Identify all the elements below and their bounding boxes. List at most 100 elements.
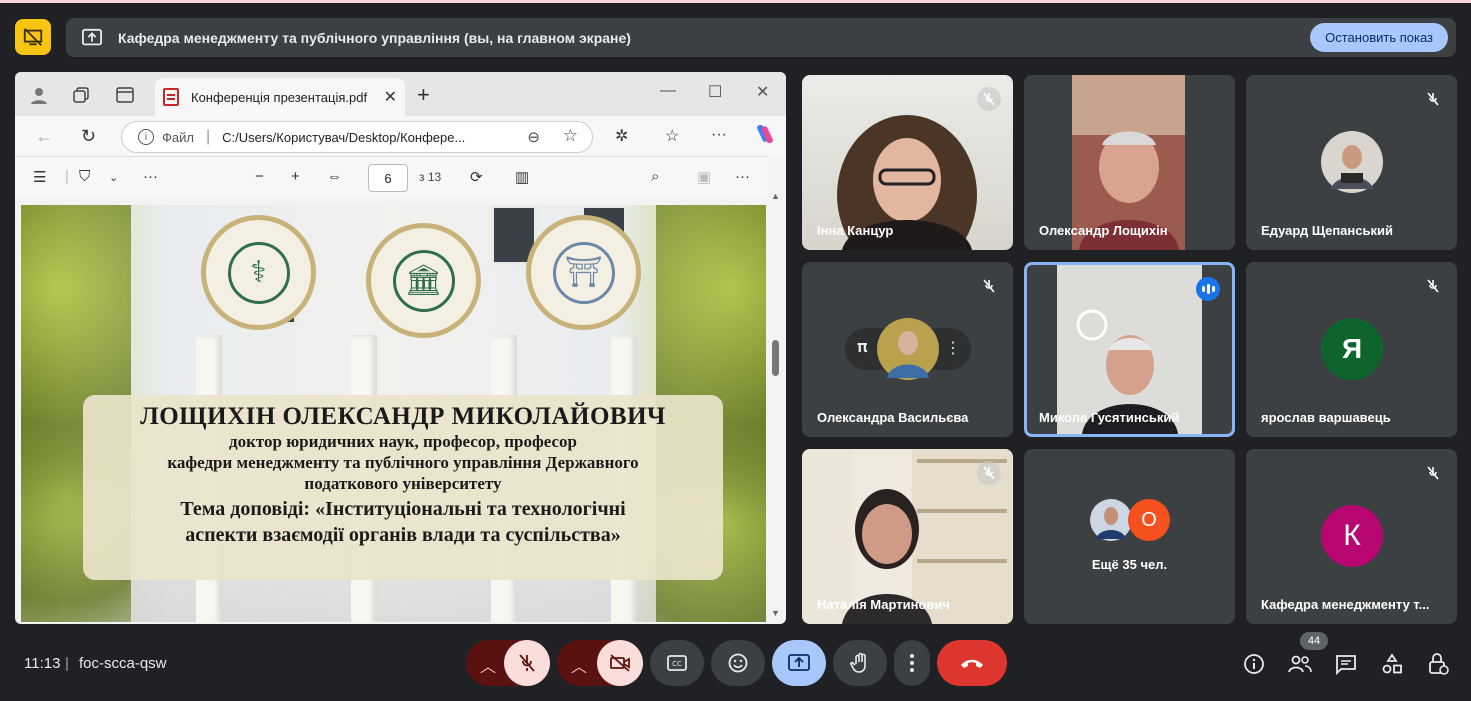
more-icon[interactable]: ··· <box>711 126 727 144</box>
institute-seal-logo: ⛩ <box>526 215 641 330</box>
favorite-star-icon[interactable]: ☆ <box>563 126 578 146</box>
back-icon[interactable]: ← <box>35 126 53 147</box>
speaker-title-line2: кафедри менеджменту та публічного управл… <box>167 453 639 472</box>
presenting-banner: Кафедра менеджменту та публічного управл… <box>66 18 1456 57</box>
mic-off-icon <box>1421 87 1445 111</box>
favorites-icon[interactable]: ☆ <box>665 126 679 146</box>
pdf-settings-more-icon[interactable]: ··· <box>735 168 750 185</box>
tab-close-icon[interactable]: ✕ <box>384 87 397 107</box>
mic-off-icon <box>977 274 1001 298</box>
refresh-icon[interactable]: ↻ <box>81 126 96 147</box>
others-tile[interactable]: О Ещё 35 чел. <box>1024 449 1235 624</box>
people-icon[interactable] <box>1288 652 1312 676</box>
pdf-scrollbar[interactable]: ▲ ▼ <box>770 191 782 622</box>
fit-width-icon[interactable]: ⇔ <box>327 168 342 185</box>
save-icon[interactable]: ▣ <box>697 168 711 186</box>
toolbar-divider: | <box>65 168 69 185</box>
topic-line1: Тема доповіді: «Інституціональні та техн… <box>180 498 626 520</box>
activities-icon[interactable] <box>1380 652 1404 676</box>
zoom-icon[interactable]: ⊖ <box>527 128 540 146</box>
contents-icon[interactable]: ☰ <box>33 168 46 186</box>
mic-off-icon <box>1421 274 1445 298</box>
camera-control[interactable]: ︿ <box>557 640 643 686</box>
new-tab-icon[interactable]: + <box>417 82 430 108</box>
meeting-info-icon[interactable] <box>1242 652 1266 676</box>
emoji-icon <box>728 653 748 673</box>
leave-call-button[interactable] <box>937 640 1007 686</box>
participant-avatar-photo <box>877 318 939 380</box>
tab-pdf[interactable]: Конференція презентація.pdf ✕ <box>155 78 405 116</box>
participant-name: Микола Гусятинський <box>1039 410 1180 425</box>
pin-icon[interactable]: 𝛑 <box>857 339 868 357</box>
pdf-more-icon[interactable]: ··· <box>143 168 158 185</box>
workspaces-icon[interactable] <box>71 85 91 105</box>
profile-icon[interactable] <box>29 85 49 105</box>
others-avatar-photo <box>1090 499 1132 541</box>
tab-title: Конференція презентація.pdf <box>191 89 368 105</box>
participant-name: Кафедра менеджменту т... <box>1261 597 1430 612</box>
participant-tile[interactable]: Олександр Лощихін <box>1024 75 1235 250</box>
present-button[interactable] <box>772 640 826 686</box>
find-icon[interactable]: ⌕ <box>651 168 659 185</box>
chevron-up-icon[interactable]: ︿ <box>480 653 496 677</box>
meeting-code: foc-scca-qsw <box>79 655 167 672</box>
participant-avatar: К <box>1321 505 1383 567</box>
chat-icon[interactable] <box>1334 652 1358 676</box>
end-call-icon <box>961 659 983 668</box>
speaking-indicator-icon <box>1196 277 1220 301</box>
hand-icon <box>850 652 866 673</box>
scroll-down-icon[interactable]: ▼ <box>771 608 780 618</box>
draw-icon[interactable]: ⛉ <box>79 168 90 185</box>
microphone-control[interactable]: ︿ <box>466 640 550 686</box>
participant-name: Едуард Щепанський <box>1261 223 1393 238</box>
minimize-icon[interactable]: — <box>660 82 676 100</box>
scroll-up-icon[interactable]: ▲ <box>771 191 780 201</box>
extensions-icon[interactable]: ✲ <box>615 126 628 146</box>
more-options-button[interactable] <box>894 640 930 686</box>
maximize-icon[interactable]: ☐ <box>708 82 722 102</box>
stop-presenting-button[interactable]: Остановить показ <box>1310 23 1448 52</box>
presenting-status-icon[interactable] <box>15 19 51 55</box>
participant-tile-active-speaker[interactable]: Микола Гусятинський <box>1024 262 1235 437</box>
present-screen-icon <box>80 26 104 50</box>
camera-off-button[interactable] <box>597 640 643 686</box>
speaker-plaque: ЛОЩИХІН ОЛЕКСАНДР МИКОЛАЙОВИЧ доктор юри… <box>83 395 723 580</box>
participant-avatar: Я <box>1321 318 1383 380</box>
raise-hand-button[interactable] <box>833 640 887 686</box>
host-controls-icon[interactable] <box>1426 652 1450 676</box>
zoom-out-icon[interactable]: − <box>255 168 264 185</box>
zoom-in-icon[interactable]: + <box>291 168 300 185</box>
participant-tile[interactable]: Наталія Мартинович <box>802 449 1013 624</box>
others-avatar: О <box>1128 499 1170 541</box>
participant-tile[interactable]: 𝛑 ⋮ Олександра Васильєва <box>802 262 1013 437</box>
address-file-label: Файл <box>162 129 194 145</box>
clock-separator: | <box>65 655 69 672</box>
participant-tile[interactable]: Едуард Щепанський <box>1246 75 1457 250</box>
chevron-up-icon[interactable]: ︿ <box>571 653 587 677</box>
scroll-thumb[interactable] <box>772 340 779 376</box>
participant-count-badge: 44 <box>1300 632 1328 650</box>
participant-tile[interactable]: Інна Канцур <box>802 75 1013 250</box>
emoji-button[interactable] <box>711 640 765 686</box>
mic-off-icon <box>1421 461 1445 485</box>
close-window-icon[interactable]: ✕ <box>756 82 769 102</box>
present-screen-icon <box>788 654 810 671</box>
address-url: C:/Users/Користувач/Desktop/Конфере... <box>222 129 466 145</box>
page-view-icon[interactable]: ▥ <box>515 168 529 186</box>
address-bar[interactable]: i Файл | C:/Users/Користувач/Desktop/Кон… <box>121 121 593 153</box>
mic-off-button[interactable] <box>504 640 550 686</box>
chevron-down-icon[interactable]: ⌄ <box>109 171 118 184</box>
page-number-input[interactable]: 6 <box>368 164 408 192</box>
pdf-toolbar: ☰ | ⛉ ⌄ ··· − + ⇔ 6 з 13 ⟳ ▥ ⌕ ▣ ··· <box>15 156 767 198</box>
participant-tile[interactable]: К Кафедра менеджменту т... <box>1246 449 1457 624</box>
captions-button[interactable]: CC <box>650 640 704 686</box>
tab-actions-icon[interactable] <box>115 85 135 105</box>
more-options-icon[interactable]: ⋮ <box>945 338 961 358</box>
browser-tabbar: Конференція презентація.pdf ✕ + — ☐ ✕ <box>15 72 786 116</box>
rotate-icon[interactable]: ⟳ <box>470 168 483 186</box>
copilot-icon[interactable] <box>753 122 777 151</box>
info-icon[interactable]: i <box>138 129 154 145</box>
participant-tile[interactable]: Я ярослав варшавець <box>1246 262 1457 437</box>
participant-name: Наталія Мартинович <box>817 597 950 612</box>
captions-icon: CC <box>667 655 687 671</box>
